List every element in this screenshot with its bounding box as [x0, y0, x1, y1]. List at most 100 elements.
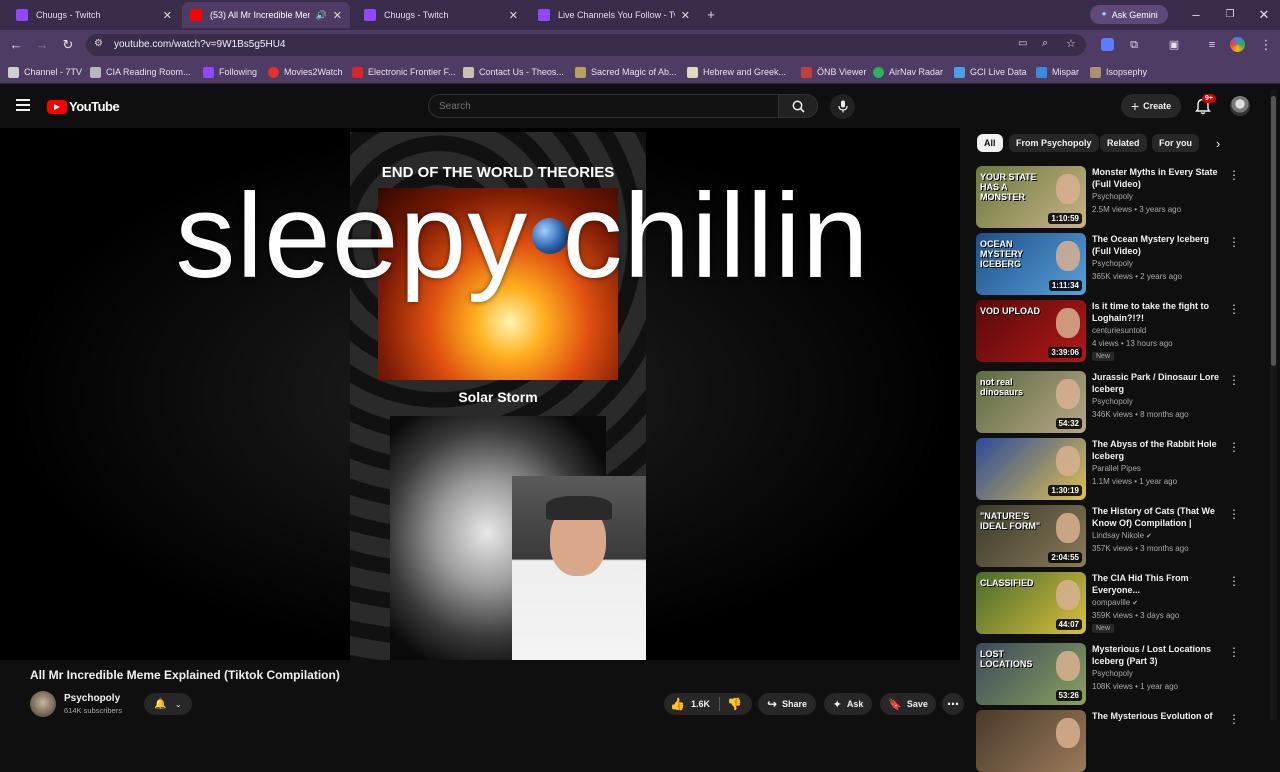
video-thumbnail[interactable]: CLASSIFIED 44:07 [976, 572, 1086, 634]
video-thumbnail[interactable]: 1:30:19 [976, 438, 1086, 500]
minimize-icon[interactable]: – [1188, 8, 1204, 22]
bookmark[interactable]: CIA Reading Room... [90, 65, 191, 79]
recommendation-title[interactable]: The CIA Hid This From Everyone... [1092, 572, 1226, 596]
bookmark[interactable]: Following [203, 65, 257, 79]
recommendation-title[interactable]: Monster Myths in Every State (Full Video… [1092, 166, 1226, 190]
recommendation-title[interactable]: The Abyss of the Rabbit Hole Iceberg [1092, 438, 1226, 462]
recommendation-title[interactable]: The Ocean Mystery Iceberg (Full Video) [1092, 233, 1226, 257]
recommendation-channel[interactable]: Parallel Pipes [1092, 464, 1141, 473]
browser-tab-active[interactable]: (53) All Mr Incredible Meme 🔊 ✕ [182, 2, 350, 28]
recommendation-channel[interactable]: centuriesuntold [1092, 326, 1146, 335]
new-tab-icon[interactable]: + [703, 8, 719, 22]
speaker-icon[interactable]: 🔊 [316, 10, 327, 21]
more-options-icon[interactable]: ⋮ [1228, 440, 1240, 454]
video-thumbnail[interactable]: not real dinosaurs 54:32 [976, 371, 1086, 433]
recommendation-title[interactable]: Mysterious / Lost Locations Iceberg (Par… [1092, 643, 1226, 667]
recommendation-channel[interactable]: Psychopoly [1092, 192, 1133, 201]
recommendation-item[interactable]: The Mysterious Evolution of ⋮ [976, 710, 1266, 772]
chips-next-arrow-icon[interactable]: › [1216, 136, 1220, 151]
browser-tab[interactable]: Live Channels You Follow - Twit ✕ [530, 2, 698, 28]
like-button[interactable]: 👍 1.6K [670, 693, 710, 715]
voice-search-button[interactable] [830, 94, 855, 119]
bookmark[interactable]: ÖNB Viewer [801, 65, 866, 79]
media-controls-icon[interactable]: ≡ [1204, 38, 1220, 52]
bookmark[interactable]: Sacred Magic of Ab... [575, 65, 677, 79]
extensions-icon[interactable]: ⧉ [1126, 38, 1142, 52]
bookmark[interactable]: Contact Us - Theos... [463, 65, 564, 79]
recommendation-item[interactable]: "NATURE'S IDEAL FORM" 2:04:55 The History … [976, 505, 1266, 567]
video-thumbnail[interactable]: YOUR STATE HAS A MONSTER 1:10:59 [976, 166, 1086, 228]
close-tab-icon[interactable]: ✕ [509, 9, 518, 22]
site-info-icon[interactable]: ⚙ [94, 38, 103, 49]
video-thumbnail[interactable]: OCEAN MYSTERY ICEBERG 1:11:34 [976, 233, 1086, 295]
video-thumbnail[interactable] [976, 710, 1086, 772]
more-options-icon[interactable]: ⋮ [1228, 507, 1240, 521]
recommendation-channel[interactable]: Psychopoly [1092, 259, 1133, 268]
recommendation-channel[interactable]: Psychopoly [1092, 397, 1133, 406]
restore-icon[interactable]: ❐ [1222, 8, 1238, 22]
url-text[interactable]: youtube.com/watch?v=9W1Bs5g5HU4 [114, 39, 285, 50]
search-input[interactable] [439, 99, 759, 114]
recommendation-item[interactable]: not real dinosaurs 54:32 Jurassic Park / D… [976, 371, 1266, 433]
more-options-icon[interactable]: ⋮ [1228, 373, 1240, 387]
search-button[interactable] [778, 94, 818, 118]
close-tab-icon[interactable]: ✕ [333, 9, 342, 22]
recommendation-title[interactable]: Jurassic Park / Dinosaur Lore Iceberg [1092, 371, 1226, 395]
profile-avatar[interactable] [1230, 37, 1245, 52]
forward-icon[interactable]: → [34, 38, 50, 52]
more-options-icon[interactable]: ⋮ [1228, 645, 1240, 659]
extension-shield-icon[interactable] [1101, 38, 1114, 51]
dislike-button[interactable]: 👎 [727, 693, 742, 715]
bookmark[interactable]: GCI Live Data [954, 65, 1027, 79]
bookmark[interactable]: Electronic Frontier F... [352, 65, 456, 79]
chip-for-you[interactable]: For you [1152, 134, 1199, 152]
cast-icon[interactable]: ▭ [1018, 38, 1027, 49]
bookmark[interactable]: Isopsephy [1090, 65, 1147, 79]
recommendation-title[interactable]: The History of Cats (That We Know Of) Co… [1092, 505, 1226, 529]
channel-avatar[interactable] [30, 691, 56, 717]
recommendation-channel[interactable]: Lindsay Nikole ✔ [1092, 531, 1152, 540]
scrollbar-thumb[interactable] [1271, 96, 1276, 366]
close-tab-icon[interactable]: ✕ [163, 9, 172, 22]
browser-tab[interactable]: Chuugs - Twitch ✕ [8, 2, 180, 28]
more-options-icon[interactable]: ⋮ [1228, 712, 1240, 726]
recommendation-item[interactable]: VOD UPLOAD 3:39:06 Is it time to take the … [976, 300, 1266, 362]
chip-related[interactable]: Related [1100, 134, 1147, 152]
recommendation-item[interactable]: YOUR STATE HAS A MONSTER 1:10:59 Monster M… [976, 166, 1266, 228]
ask-button[interactable]: ✦ Ask [824, 693, 872, 715]
back-icon[interactable]: ← [8, 38, 24, 52]
recommendation-item[interactable]: 1:30:19 The Abyss of the Rabbit Hole Iceb… [976, 438, 1266, 500]
bookmark[interactable]: Channel - 7TV [8, 65, 82, 79]
bookmark[interactable]: Hebrew and Greek... [687, 65, 786, 79]
close-window-icon[interactable]: ✕ [1256, 8, 1272, 22]
close-tab-icon[interactable]: ✕ [681, 9, 690, 22]
recommendation-title[interactable]: Is it time to take the fight to Loghain?… [1092, 300, 1226, 324]
more-options-icon[interactable]: ⋮ [1228, 302, 1240, 316]
browser-menu-icon[interactable]: ⋮ [1258, 38, 1274, 52]
recommendation-channel[interactable]: oompaville ✔ [1092, 598, 1138, 607]
hamburger-menu-icon[interactable] [16, 99, 30, 111]
subscription-bell-button[interactable]: 🔔 ⌄ [144, 693, 192, 715]
video-player[interactable]: END OF THE WORLD THEORIES Solar Storm sl… [0, 128, 960, 660]
create-button[interactable]: + Create [1121, 94, 1181, 118]
bookmark-star-icon[interactable]: ☆ [1066, 37, 1076, 50]
more-options-icon[interactable]: ⋮ [1228, 574, 1240, 588]
recommendation-item[interactable]: OCEAN MYSTERY ICEBERG 1:11:34 The Ocean My… [976, 233, 1266, 295]
more-options-icon[interactable]: ⋮ [1228, 168, 1240, 182]
recommendation-item[interactable]: CLASSIFIED 44:07 The CIA Hid This From Eve… [976, 572, 1266, 634]
more-options-icon[interactable]: ⋮ [1228, 235, 1240, 249]
recommendation-channel[interactable]: Psychopoly [1092, 669, 1133, 678]
more-actions-button[interactable]: ⋯ [942, 693, 964, 715]
zoom-icon[interactable]: ⌕ [1042, 37, 1048, 50]
page-scrollbar[interactable] [1270, 90, 1277, 720]
browser-tab[interactable]: Chuugs - Twitch ✕ [356, 2, 526, 28]
recommendation-title[interactable]: The Mysterious Evolution of [1092, 710, 1226, 722]
share-button[interactable]: ↪ Share [758, 693, 816, 715]
search-box[interactable] [428, 94, 778, 118]
bookmark[interactable]: AirNav Radar [873, 65, 943, 79]
channel-name[interactable]: Psychopoly [64, 693, 120, 704]
chip-from-psychopoly[interactable]: From Psychopoly [1009, 134, 1099, 152]
ask-gemini-button[interactable]: ✦ Ask Gemini [1090, 5, 1168, 24]
notifications-button[interactable]: 9+ [1193, 94, 1216, 116]
reload-icon[interactable]: ↻ [60, 38, 76, 52]
